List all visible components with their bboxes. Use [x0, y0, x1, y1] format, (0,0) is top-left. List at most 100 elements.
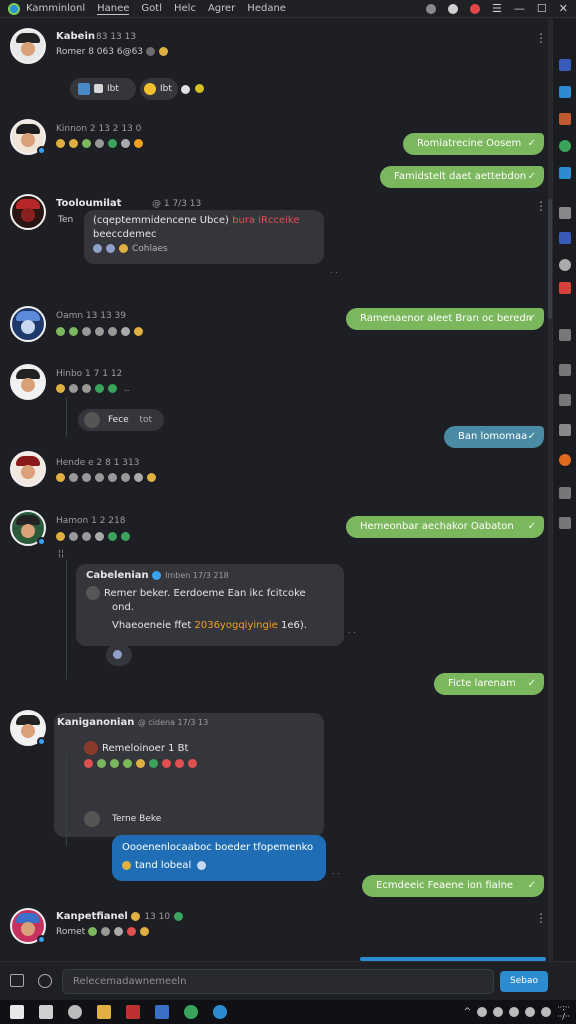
- minimize-icon[interactable]: —: [514, 2, 525, 15]
- avatar[interactable]: [10, 306, 46, 342]
- quoted-message[interactable]: Cabelenian Imben 17/3 218 Remer beker. E…: [76, 564, 344, 646]
- emoji-icon[interactable]: [38, 974, 52, 988]
- reply-pill[interactable]: Terne Beke: [78, 808, 184, 830]
- tray-extra-icon[interactable]: [541, 1007, 552, 1017]
- rail-media-icon[interactable]: [559, 113, 571, 125]
- rail-alert-icon[interactable]: [559, 282, 571, 294]
- rail-orange-icon[interactable]: [559, 454, 571, 466]
- status-text: Romer 8 063 6@63: [56, 47, 172, 57]
- rail-grid-icon[interactable]: [559, 329, 571, 341]
- app-green-icon[interactable]: [184, 1005, 198, 1019]
- rail-bookmark-icon[interactable]: [559, 232, 571, 244]
- message-input[interactable]: Relecemadawnemeeln: [62, 969, 494, 994]
- read-check-icon: ✓: [527, 138, 536, 149]
- menu-item-0[interactable]: Kamminlonl: [26, 3, 85, 14]
- outgoing-message[interactable]: Ecmdeeic Feaene ion fialne ✓: [362, 875, 544, 897]
- reaction-row: Romet: [56, 927, 153, 937]
- app-store-icon[interactable]: [155, 1005, 169, 1019]
- menu-item-4[interactable]: Agrer: [208, 3, 235, 14]
- outgoing-message[interactable]: Romiatrecine Oosem ✓: [403, 133, 544, 155]
- outgoing-message[interactable]: Ramenaenor aleet Bran oc beredn ✓: [346, 308, 544, 330]
- reply-pill[interactable]: Fece tot: [78, 409, 164, 431]
- reaction-pill[interactable]: [106, 644, 132, 666]
- timestamp: Hinbo 1 7 1 12: [56, 369, 123, 379]
- rail-docs-icon[interactable]: [559, 59, 571, 71]
- timestamp: Oamn 13 13 39: [56, 311, 127, 321]
- close-icon[interactable]: ✕: [559, 2, 568, 15]
- online-status-icon: [37, 935, 46, 944]
- system-tray: ^ ··:·· ··/··: [464, 1003, 576, 1021]
- timestamp: Hamon 1 2 218: [56, 516, 126, 526]
- timestamp: Kinnon 2 13 2 13 0: [56, 124, 142, 134]
- sparkle-icon[interactable]: [195, 84, 204, 93]
- battery-icon[interactable]: [509, 1007, 520, 1017]
- network-icon[interactable]: [477, 1007, 488, 1017]
- maximize-icon[interactable]: ☐: [537, 2, 547, 15]
- globe-icon[interactable]: [426, 3, 437, 14]
- attachment-pill[interactable]: Ibt: [70, 78, 136, 100]
- settings-icon[interactable]: [448, 3, 459, 14]
- right-rail: [552, 19, 576, 961]
- rail-share-icon[interactable]: [559, 86, 571, 98]
- clock[interactable]: ··:·· ··/··: [557, 1003, 570, 1021]
- menu-item-1[interactable]: Hanee: [97, 3, 130, 15]
- reaction-row: [56, 532, 134, 542]
- composer: Relecemadawnemeeln Sebao: [0, 961, 576, 1000]
- reaction-row: [56, 327, 147, 337]
- rail-files-icon[interactable]: [559, 364, 571, 376]
- app-red-icon[interactable]: [126, 1005, 140, 1019]
- sender-name[interactable]: Tooloumilat: [56, 198, 121, 209]
- rail-refresh-icon[interactable]: [559, 259, 571, 271]
- menu-item-5[interactable]: Hedane: [247, 3, 286, 14]
- outgoing-message[interactable]: Ban lomomaa ✓: [444, 426, 544, 448]
- messenger-app-icon[interactable]: [213, 1005, 227, 1019]
- timestamp: 83 13 13: [96, 32, 137, 42]
- outgoing-message[interactable]: Famidstelt daet aettebdon ✓: [380, 166, 544, 188]
- message-more: . .: [332, 867, 340, 876]
- rail-contact-icon[interactable]: [559, 140, 571, 152]
- avatar[interactable]: [10, 364, 46, 400]
- avatar[interactable]: [10, 451, 46, 487]
- online-status-icon: [37, 737, 46, 746]
- rail-link-icon[interactable]: [559, 517, 571, 529]
- menu-item-3[interactable]: Helc: [174, 3, 196, 14]
- send-button[interactable]: Sebao: [500, 971, 548, 992]
- highlighted-message[interactable]: Oooenenlocaaboc boeder tfopemenko tand l…: [112, 835, 326, 881]
- outgoing-message[interactable]: Ficte larenam ✓: [434, 673, 544, 695]
- chat-area: Kabein 83 13 13 Romer 8 063 6@63 ⋮ Ibt I…: [0, 19, 552, 961]
- avatar[interactable]: [10, 194, 46, 230]
- task-view-icon[interactable]: [39, 1005, 53, 1019]
- rail-list-icon[interactable]: [559, 207, 571, 219]
- volume-icon[interactable]: [493, 1007, 504, 1017]
- keyboard-icon[interactable]: [525, 1007, 536, 1017]
- sender-name[interactable]: Kabein: [56, 31, 95, 42]
- timestamp: @ 1 7/3 13: [152, 199, 202, 209]
- menu-icon[interactable]: ☰: [492, 2, 502, 15]
- read-check-icon: ✓: [527, 171, 536, 182]
- incoming-message[interactable]: (cqeptemmidencene Ubce) bura iRcceike be…: [84, 210, 324, 264]
- reaction-icon[interactable]: [181, 85, 190, 94]
- search-icon[interactable]: [68, 1005, 82, 1019]
- sender-name[interactable]: Kanpetfianel 13 10: [56, 911, 187, 922]
- more-options-icon[interactable]: ⋮: [535, 31, 547, 45]
- rail-photo-icon[interactable]: [559, 167, 571, 179]
- rail-table-icon[interactable]: [559, 394, 571, 406]
- reaction-pill[interactable]: Ibt: [140, 78, 178, 100]
- notification-icon[interactable]: [470, 3, 481, 14]
- file-explorer-icon[interactable]: [97, 1005, 111, 1019]
- avatar[interactable]: [10, 28, 46, 64]
- tray-up-icon[interactable]: ^: [464, 1007, 472, 1017]
- online-status-icon: [37, 146, 46, 155]
- attach-icon[interactable]: [10, 974, 24, 987]
- reaction-row: ..: [56, 384, 130, 394]
- sender-sub: Ten: [58, 215, 74, 225]
- more-options-icon[interactable]: ⋮: [535, 199, 547, 213]
- rail-doc-icon[interactable]: [559, 487, 571, 499]
- outgoing-message[interactable]: Hemeonbar aechakor Oabaton ✓: [346, 516, 544, 538]
- more-options-icon[interactable]: ⋮: [535, 911, 547, 925]
- menu-item-2[interactable]: Gotl: [141, 3, 162, 14]
- rail-cloud-icon[interactable]: [559, 424, 571, 436]
- reaction-row: [56, 473, 160, 483]
- read-check-icon: ✓: [527, 431, 536, 442]
- windows-start-icon[interactable]: [10, 1005, 24, 1019]
